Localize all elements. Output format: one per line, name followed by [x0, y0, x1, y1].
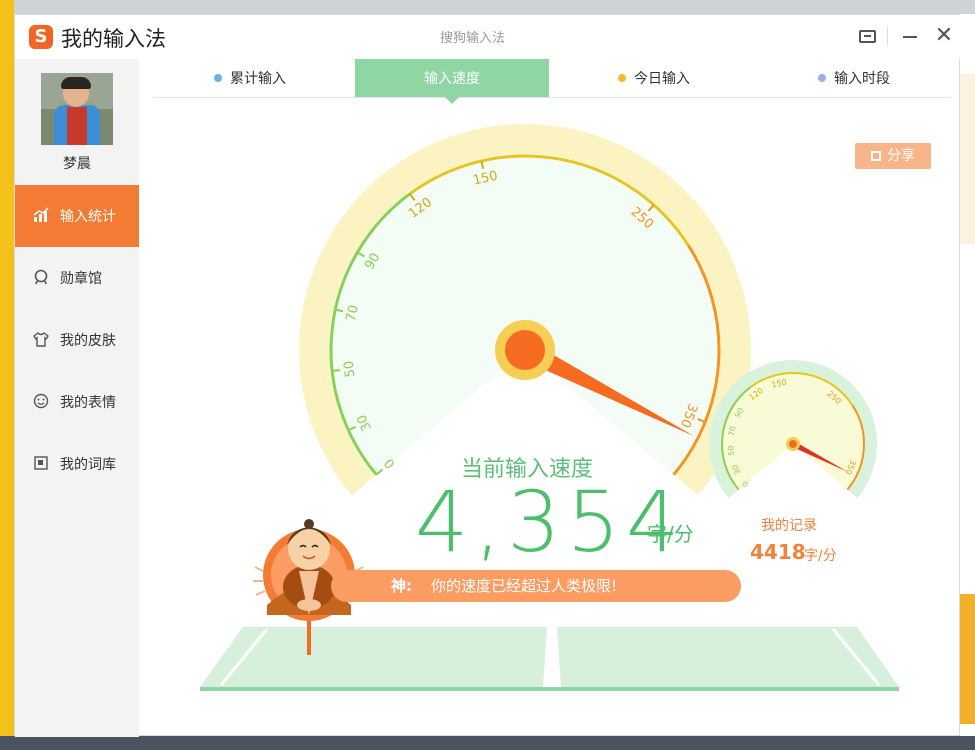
banner-title: 神:: [391, 577, 412, 595]
desktop-background-left: [0, 0, 14, 750]
banner-text: 你的速度已经超过人类极限!: [431, 577, 618, 595]
gauge-tick-label: 50: [342, 360, 359, 378]
road-edge: [200, 687, 899, 691]
record-value: 4418: [750, 540, 806, 564]
taskbar-area: [0, 736, 975, 750]
current-speed-value: 4,354: [415, 473, 686, 571]
desktop-background: [0, 0, 975, 14]
gauge-tick-mark: [332, 369, 341, 372]
record-label: 我的记录: [761, 518, 817, 534]
desktop-background-right: [960, 14, 975, 736]
main-gauge: 030507090120150250350: [299, 123, 751, 496]
speed-gauge-graphic: 030507090120150250350 030507090120150250…: [200, 123, 899, 691]
record-gauge-hub-center: [789, 440, 797, 448]
speed-comment-banner: 神: 你的速度已经超过人类极限!: [331, 570, 741, 602]
record-unit: 字/分: [804, 548, 837, 564]
gauge-hub: [505, 330, 545, 370]
current-speed-unit: 字/分: [647, 522, 694, 546]
main-window: S 我的输入法 搜狗输入法 ✕ 梦晨 输入统计 勋章馆 我的皮肤 我的表情 我的…: [14, 14, 961, 737]
gauge-tick-label: 50: [726, 445, 736, 456]
